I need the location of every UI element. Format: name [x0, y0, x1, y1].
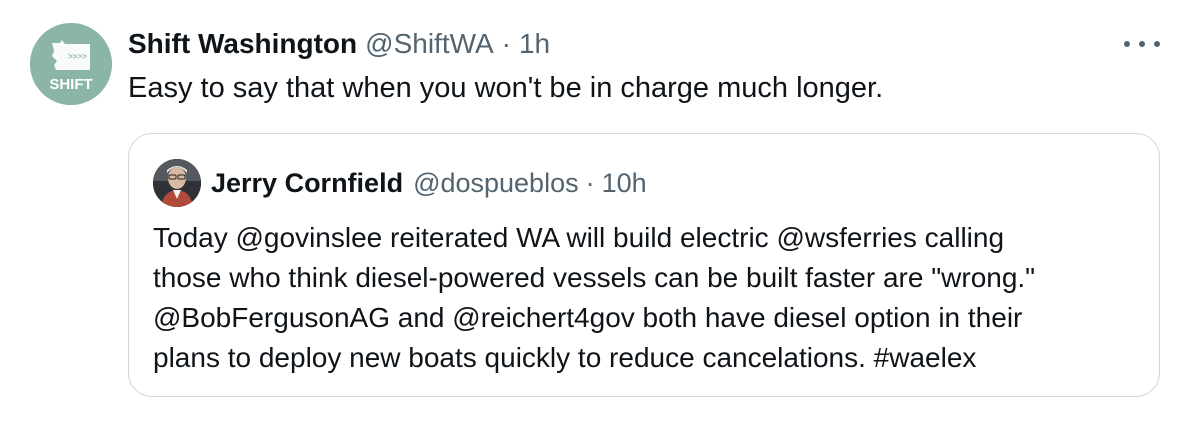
quoted-text-line: plans to deploy new boats quickly to red… [153, 342, 977, 373]
svg-text:SHIFT: SHIFT [49, 76, 92, 93]
author-avatar[interactable]: >>>> SHIFT [30, 23, 112, 105]
tweet[interactable]: >>>> SHIFT Shift Washington @ShiftWA · 1… [0, 0, 1196, 422]
ellipsis-dot [1154, 41, 1160, 47]
quoted-tweet-text: Today @govinslee reiterated WA will buil… [153, 218, 1143, 378]
author-display-name[interactable]: Shift Washington [128, 28, 357, 60]
tweet-text: Easy to say that when you won't be in ch… [128, 72, 884, 104]
quoted-author-handle[interactable]: @dospueblos [413, 168, 579, 199]
separator-dot: · [501, 28, 511, 59]
post-timestamp[interactable]: 1h [519, 28, 550, 60]
author-handle[interactable]: @ShiftWA [365, 28, 494, 60]
quoted-text-line: Today @govinslee reiterated WA will buil… [153, 222, 1005, 253]
quoted-author-avatar[interactable] [153, 159, 201, 207]
tweet-header: Shift Washington @ShiftWA · 1h [128, 24, 550, 64]
ellipsis-dot [1139, 41, 1145, 47]
svg-text:>>>>: >>>> [68, 52, 87, 61]
person-avatar-icon [153, 159, 201, 207]
quoted-author-display-name[interactable]: Jerry Cornfield [211, 168, 403, 199]
quoted-text-line: those who think diesel-powered vessels c… [153, 262, 1036, 293]
ellipsis-dot [1124, 41, 1130, 47]
quoted-tweet-header: Jerry Cornfield @dospueblos · 10h [211, 162, 647, 204]
quoted-text-line: @BobFergusonAG and @reichert4gov both ha… [153, 302, 1023, 333]
separator-dot: · [585, 167, 595, 198]
shift-logo-icon: >>>> SHIFT [30, 23, 112, 105]
more-options-icon[interactable] [1124, 34, 1160, 54]
quoted-tweet-card[interactable]: Jerry Cornfield @dospueblos · 10h Today … [128, 133, 1160, 397]
quoted-post-timestamp[interactable]: 10h [602, 168, 647, 199]
